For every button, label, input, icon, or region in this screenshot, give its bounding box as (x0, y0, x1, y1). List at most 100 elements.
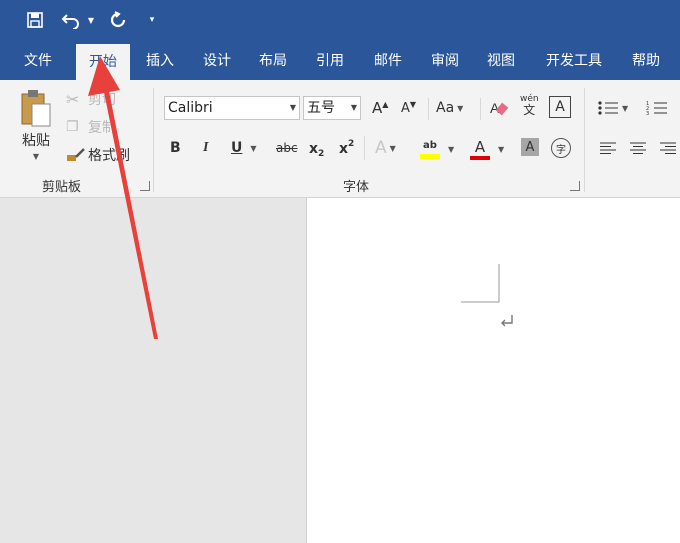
enclose-characters-icon: 字 (556, 144, 566, 156)
phonetic-bottom: 文 (523, 103, 536, 117)
divider (364, 136, 365, 160)
align-left-button[interactable] (600, 140, 616, 156)
save-icon[interactable] (24, 9, 46, 31)
highlight-button[interactable]: ab ▼ (420, 136, 454, 162)
ribbon-tabs: 文件 开始 插入 设计 布局 引用 邮件 审阅 视图 开发工具 帮助 (0, 42, 680, 80)
tab-help[interactable]: 帮助 (622, 42, 670, 80)
align-right-button[interactable] (660, 140, 676, 156)
redo-icon[interactable] (107, 9, 129, 31)
divider (428, 98, 429, 120)
group-divider (153, 88, 154, 192)
tab-mailings[interactable]: 邮件 (362, 42, 414, 80)
tab-design[interactable]: 设计 (192, 42, 242, 80)
strikethrough-icon: abc (276, 141, 298, 155)
font-group-label: 字体 (343, 180, 370, 195)
tab-developer[interactable]: 开发工具 (538, 42, 610, 80)
paragraph-mark-icon (501, 315, 513, 327)
grow-font-button[interactable]: A ▲ (372, 98, 388, 118)
clear-formatting-button[interactable]: A (489, 96, 509, 120)
copy-icon: ❐ (66, 119, 79, 135)
bullets-button[interactable]: ▼ (597, 98, 628, 118)
change-case-icon: Aa (436, 100, 455, 116)
superscript-mark: 2 (348, 139, 355, 149)
clipboard-group-label: 剪贴板 (42, 180, 82, 195)
customize-icon[interactable]: ▾ (145, 9, 159, 31)
underline-button[interactable]: U ▼ (231, 138, 257, 158)
character-border-button[interactable]: A (549, 96, 571, 118)
italic-button[interactable]: I (203, 138, 208, 158)
scissors-icon: ✂ (66, 89, 80, 109)
align-center-button[interactable] (630, 140, 646, 156)
character-border-icon: A (555, 99, 565, 115)
font-name-value: Calibri (168, 100, 213, 116)
paintbrush-icon (67, 148, 85, 161)
tab-home[interactable]: 开始 (76, 44, 130, 80)
bullets-icon (598, 101, 618, 115)
font-size-combo[interactable]: 五号 ▼ (303, 96, 361, 120)
character-shading-icon: A (525, 139, 535, 155)
numbering-button[interactable]: 123 (646, 98, 668, 118)
text-effects-button[interactable]: A ▼ (375, 137, 396, 159)
subscript-button[interactable]: x2 (309, 138, 324, 160)
grow-font-icon: A (372, 99, 383, 117)
enclose-characters-button[interactable]: 字 (551, 138, 571, 158)
subscript-mark: 2 (318, 149, 325, 159)
bold-icon: B (170, 140, 181, 156)
highlighter-icon: ab (423, 139, 437, 151)
superscript-button[interactable]: x2 (339, 138, 354, 160)
format-painter-button[interactable]: 格式刷 (66, 144, 130, 166)
undo-icon[interactable] (58, 9, 84, 31)
strikethrough-button[interactable]: abc (276, 138, 298, 158)
font-size-value: 五号 (307, 100, 335, 116)
font-color-icon: A (474, 137, 486, 156)
copy-label: 复制 (88, 120, 116, 136)
document-page[interactable] (307, 198, 680, 543)
paste-button[interactable]: 粘贴 ▼ (14, 88, 58, 170)
tab-insert[interactable]: 插入 (136, 42, 184, 80)
underline-icon: U (231, 140, 243, 156)
tab-review[interactable]: 审阅 (420, 42, 470, 80)
font-name-combo[interactable]: Calibri ▼ (164, 96, 300, 120)
ribbon: 粘贴 ▼ ✂ 剪切 ❐ 复制 格式刷 剪贴板 Calibri ▼ 五号 ▼ A ▲… (0, 80, 680, 198)
group-divider (584, 88, 585, 192)
phonetic-guide-button[interactable]: wén 文 (520, 94, 539, 120)
bold-button[interactable]: B (170, 138, 181, 158)
align-left-icon (600, 142, 616, 154)
eraser-icon: A (490, 100, 509, 116)
character-shading-button[interactable]: A (521, 138, 539, 156)
title-bar: ▼ ▾ (0, 0, 680, 42)
paste-dropdown-icon[interactable]: ▼ (33, 152, 39, 161)
paste-label: 粘贴 (22, 133, 50, 149)
numbering-icon: 123 (646, 101, 667, 116)
tab-view[interactable]: 视图 (476, 42, 526, 80)
margin-corner-mark (461, 264, 500, 303)
format-painter-label: 格式刷 (88, 148, 130, 164)
navigation-pane (0, 198, 307, 543)
shrink-font-button[interactable]: A ▼ (401, 98, 416, 118)
tab-file[interactable]: 文件 (12, 42, 64, 80)
clipboard-launcher-icon[interactable] (140, 181, 150, 191)
text-effects-icon: A (375, 138, 387, 158)
font-color-bar (470, 155, 490, 160)
svg-text:3: 3 (646, 111, 649, 116)
font-color-button[interactable]: A ▼ (470, 136, 504, 162)
tab-layout[interactable]: 布局 (248, 42, 298, 80)
cut-button[interactable]: ✂ 剪切 (66, 88, 116, 110)
copy-button[interactable]: ❐ 复制 (66, 116, 116, 138)
italic-icon: I (203, 140, 209, 155)
undo-dropdown-icon[interactable]: ▼ (86, 9, 96, 31)
align-right-icon (660, 142, 676, 154)
shrink-font-icon: A (401, 100, 410, 116)
divider (480, 98, 481, 120)
align-center-icon (630, 142, 646, 154)
tab-references[interactable]: 引用 (305, 42, 355, 80)
font-launcher-icon[interactable] (570, 181, 580, 191)
chevron-down-icon: ▼ (289, 103, 296, 112)
chevron-down-icon: ▼ (350, 103, 357, 112)
clipboard-icon (21, 90, 51, 127)
change-case-button[interactable]: Aa ▼ (436, 98, 463, 118)
subscript-icon: x (309, 141, 319, 157)
superscript-icon: x (339, 141, 349, 157)
highlight-color-bar (420, 153, 440, 159)
cut-label: 剪切 (88, 92, 116, 108)
